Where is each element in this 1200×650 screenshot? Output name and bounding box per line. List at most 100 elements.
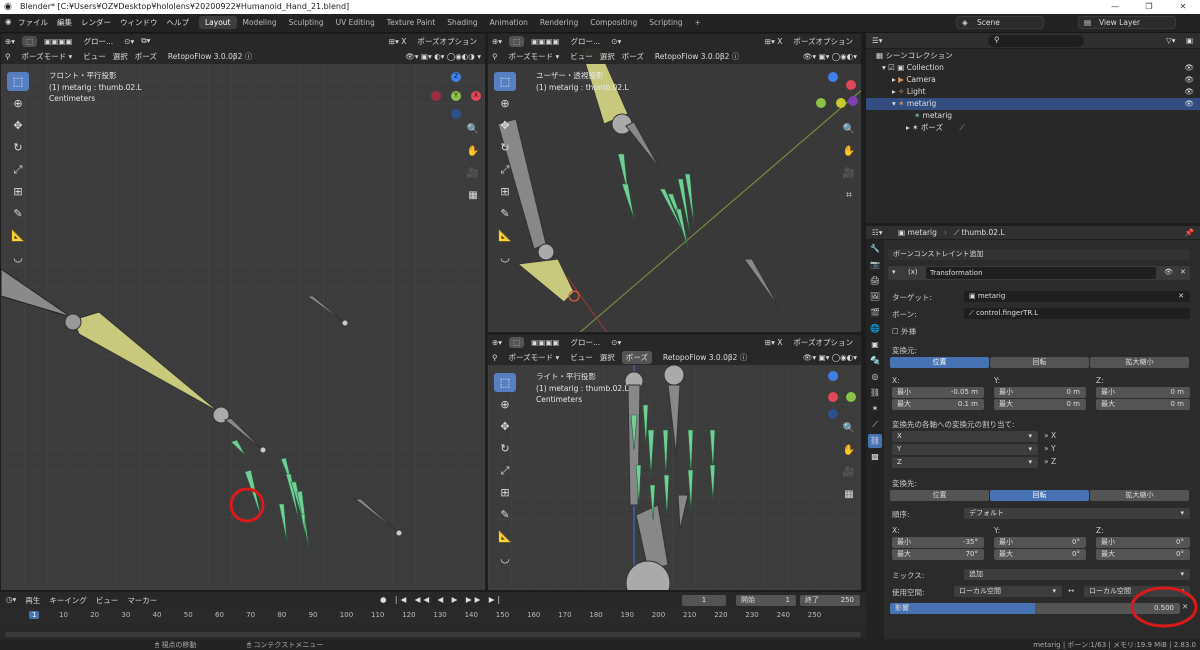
- tab-rotation[interactable]: 回転: [990, 490, 1089, 501]
- neg-x-axis-icon[interactable]: [848, 96, 858, 106]
- menu-file[interactable]: ファイル: [18, 17, 48, 28]
- add-workspace-button[interactable]: +: [689, 16, 707, 29]
- tab-location[interactable]: 位置: [890, 357, 989, 368]
- rotate-tool-icon[interactable]: ↻: [494, 138, 516, 157]
- relax-tool-icon[interactable]: ◡: [7, 248, 29, 267]
- render-tab-icon[interactable]: 📷: [868, 258, 882, 272]
- grid-icon[interactable]: ▦: [841, 489, 857, 507]
- neg-x-axis-icon[interactable]: [431, 91, 441, 101]
- pose-options-dropdown[interactable]: ポーズオプション: [413, 34, 481, 48]
- pivot-icon[interactable]: ⊙▾: [611, 338, 621, 347]
- pose-options-dropdown[interactable]: ポーズオプション: [789, 34, 857, 48]
- select-mode-icons[interactable]: ▣▣▣▣: [44, 37, 72, 46]
- viewport-user[interactable]: ⊕▾ ⬚ ▣▣▣▣ グロー... ⊙▾ ⊞▾ X ポーズオプション ⚲ ポーズモ…: [487, 33, 862, 333]
- snap-icon[interactable]: ⧉▾: [141, 36, 150, 46]
- move-tool-icon[interactable]: ✥: [494, 116, 516, 135]
- gizmo-toggle-icon[interactable]: ⊞▾ X: [765, 37, 783, 46]
- gizmo-toggle-icon[interactable]: ⊞▾ X: [389, 37, 407, 46]
- neg-z-axis-icon[interactable]: [451, 109, 461, 119]
- x-axis-icon[interactable]: [846, 80, 856, 90]
- bone-constraint-tab-icon[interactable]: ⛓: [868, 434, 882, 448]
- select-mode-icons[interactable]: ▣▣▣▣: [531, 37, 559, 46]
- bone-tab-icon[interactable]: ⟋: [868, 418, 882, 432]
- move-tool-icon[interactable]: ✥: [7, 116, 29, 135]
- select-tool-icon[interactable]: ⬚: [494, 373, 516, 392]
- menu-help[interactable]: ヘルプ: [167, 17, 190, 28]
- playback-controls[interactable]: ● |◀ ◀◀ ◀ ▶ ▶▶ ▶|: [380, 595, 503, 604]
- source-x-min[interactable]: 最小 -0.05 m: [892, 387, 984, 398]
- viewport-right[interactable]: ⊕▾ ⬚ ▣▣▣▣ グロー... ⊙▾ ⊞▾ X ポーズオプション ⚲ ポーズモ…: [487, 334, 862, 591]
- menu-select[interactable]: 選択: [600, 352, 615, 363]
- texture-tab-icon[interactable]: ▩: [868, 450, 882, 464]
- tab-uv-editing[interactable]: UV Editing: [330, 16, 381, 29]
- pan-icon[interactable]: ✋: [465, 146, 481, 164]
- dest-y-min[interactable]: 最小 0°: [994, 537, 1086, 548]
- filter-icon[interactable]: ▽▾: [1166, 36, 1176, 45]
- outliner-row-metarig[interactable]: ▾ ✶ metarig 👁: [866, 98, 1200, 110]
- x-axis-icon[interactable]: X: [471, 91, 481, 101]
- source-z-max[interactable]: 最大 0 m: [1096, 399, 1190, 410]
- select-tool-icon[interactable]: ⬚: [494, 72, 516, 91]
- maximize-button[interactable]: ❐: [1132, 0, 1166, 14]
- retopoflow-button[interactable]: RetopoFlow 3.0.0β2 ⓘ: [658, 350, 752, 364]
- outliner-row-light[interactable]: ▸ ✧ Light 👁: [866, 86, 1200, 98]
- world-tab-icon[interactable]: 🌐: [868, 322, 882, 336]
- editor-type-icon[interactable]: ⊕▾: [492, 338, 502, 347]
- menu-keying[interactable]: キーイング: [49, 595, 87, 606]
- neg-y-axis-icon[interactable]: [836, 98, 846, 108]
- start-frame-field[interactable]: 開始 1: [736, 595, 796, 606]
- move-tool-icon[interactable]: ✥: [494, 417, 516, 436]
- relax-tool-icon[interactable]: ◡: [494, 549, 516, 568]
- neg-z-axis-icon[interactable]: [828, 409, 838, 419]
- menu-edit[interactable]: 編集: [57, 17, 72, 28]
- annotate-tool-icon[interactable]: ✎: [494, 204, 516, 223]
- dest-x-min[interactable]: 最小 -35°: [892, 537, 984, 548]
- cursor-tool-icon[interactable]: ⊕: [494, 395, 516, 414]
- annotate-tool-icon[interactable]: ✎: [494, 505, 516, 524]
- scene-selector[interactable]: ◈ Scene: [956, 16, 1044, 29]
- source-y-max[interactable]: 最大 0 m: [994, 399, 1086, 410]
- transform-tool-icon[interactable]: ⊞: [494, 483, 516, 502]
- view-layer-tab-icon[interactable]: 🖼: [868, 290, 882, 304]
- menu-pose[interactable]: ポーズ: [621, 350, 652, 364]
- viewport-front[interactable]: ⊕▾ ⬚ ▣▣▣▣ グロー... ⊙▾ ⧉▾ ⊞▾ X ポーズオプション ⚲ ポ…: [0, 33, 486, 591]
- menu-playback[interactable]: 再生: [25, 595, 40, 606]
- extrapolate-checkbox[interactable]: ☐ 外挿: [892, 326, 916, 337]
- editor-type-icon[interactable]: ⊕▾: [492, 37, 502, 46]
- cursor-tool-icon[interactable]: ⊕: [7, 94, 29, 113]
- scale-tool-icon[interactable]: ⤢: [494, 160, 516, 179]
- perspective-icon[interactable]: ⌗: [841, 190, 857, 208]
- camera-icon[interactable]: 🎥: [841, 467, 857, 485]
- rotate-tool-icon[interactable]: ↻: [7, 138, 29, 157]
- checkbox-icon[interactable]: ☑: [888, 63, 897, 72]
- tool-tab-icon[interactable]: 🔧: [868, 242, 882, 256]
- close-button[interactable]: ✕: [1166, 0, 1200, 14]
- gizmo-toggle-icon[interactable]: ⊞▾ X: [765, 338, 783, 347]
- editor-type-icon[interactable]: ⊕▾: [5, 37, 15, 46]
- menu-view[interactable]: ビュー: [570, 51, 593, 62]
- menu-pose[interactable]: ポーズ: [622, 51, 644, 62]
- mix-dropdown[interactable]: 追加 ▾: [964, 569, 1190, 580]
- menu-select[interactable]: 選択: [600, 51, 615, 62]
- select-tool-icon[interactable]: ⬚: [509, 35, 525, 47]
- select-tool-icon[interactable]: ⬚: [7, 72, 29, 91]
- timeline-scrollbar[interactable]: [5, 632, 861, 637]
- zoom-icon[interactable]: 🔍: [841, 423, 857, 441]
- target-field[interactable]: ▣ metarig ✕: [964, 291, 1190, 302]
- tab-texture-paint[interactable]: Texture Paint: [381, 16, 441, 29]
- menu-pose[interactable]: ポーズ: [135, 51, 157, 62]
- constraint-tab-icon[interactable]: ⛓: [868, 386, 882, 400]
- y-axis-icon[interactable]: [846, 392, 856, 402]
- tab-scale[interactable]: 拡大縮小: [1090, 357, 1189, 368]
- collapse-icon[interactable]: ▾: [892, 267, 896, 278]
- retopoflow-button[interactable]: RetopoFlow 3.0.0β2 ⓘ: [650, 49, 744, 63]
- shading-mode-icons[interactable]: 👁▾ ▣▾ ◐▾ ◯◉◐◑ ▾: [405, 52, 481, 61]
- outliner-editor-icon[interactable]: ☰▾: [872, 36, 883, 45]
- menu-window[interactable]: ウィンドウ: [120, 17, 158, 28]
- z-axis-icon[interactable]: [828, 371, 838, 381]
- tab-modeling[interactable]: Modeling: [237, 16, 283, 29]
- outliner-row-pose[interactable]: ▸ ✶ ポーズ ⟋: [866, 122, 1200, 134]
- dest-z-min[interactable]: 最小 0°: [1096, 537, 1190, 548]
- view-layer-selector[interactable]: ▤ View Layer: [1078, 16, 1176, 29]
- navigation-gizmo[interactable]: [808, 371, 856, 419]
